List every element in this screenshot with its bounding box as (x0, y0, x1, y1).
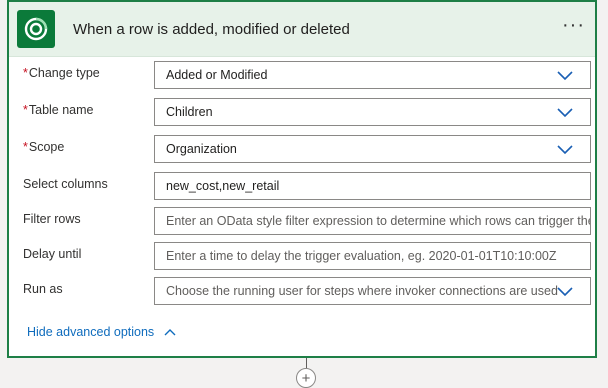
scope-label: *Scope (23, 140, 65, 154)
change-type-dropdown[interactable]: Added or Modified (154, 61, 591, 89)
chevron-down-icon (557, 71, 573, 81)
filter-rows-row: Filter rows Enter an OData style filter … (9, 207, 595, 237)
select-columns-input[interactable]: new_cost,new_retail (154, 172, 591, 200)
dataverse-icon (17, 10, 55, 48)
run-as-dropdown[interactable]: Choose the running user for steps where … (154, 277, 591, 305)
chevron-down-icon (557, 108, 573, 118)
change-type-row: *Change type Added or Modified (9, 61, 595, 91)
delay-until-input[interactable]: Enter a time to delay the trigger evalua… (154, 242, 591, 270)
trigger-header[interactable]: When a row is added, modified or deleted… (9, 2, 595, 57)
hide-advanced-options-link[interactable]: Hide advanced options (27, 325, 176, 339)
filter-rows-label: Filter rows (23, 212, 81, 226)
chevron-down-icon (557, 287, 573, 297)
delay-until-label: Delay until (23, 247, 82, 261)
plus-icon: + (301, 369, 311, 387)
trigger-card: When a row is added, modified or deleted… (7, 0, 597, 358)
scope-dropdown[interactable]: Organization (154, 135, 591, 163)
change-type-label: *Change type (23, 66, 100, 80)
scope-row: *Scope Organization (9, 135, 595, 165)
chevron-down-icon (557, 145, 573, 155)
run-as-label: Run as (23, 282, 63, 296)
more-options-icon[interactable]: ··· (562, 15, 585, 35)
trigger-title: When a row is added, modified or deleted (73, 20, 350, 38)
select-columns-label: Select columns (23, 177, 108, 191)
filter-rows-input[interactable]: Enter an OData style filter expression t… (154, 207, 591, 235)
table-name-dropdown[interactable]: Children (154, 98, 591, 126)
run-as-row: Run as Choose the running user for steps… (9, 277, 595, 307)
add-step-button[interactable]: + (296, 368, 316, 388)
delay-until-row: Delay until Enter a time to delay the tr… (9, 242, 595, 272)
table-name-row: *Table name Children (9, 98, 595, 128)
chevron-up-icon (164, 329, 176, 336)
select-columns-row: Select columns new_cost,new_retail (9, 172, 595, 202)
connector-line (306, 358, 307, 368)
table-name-label: *Table name (23, 103, 94, 117)
